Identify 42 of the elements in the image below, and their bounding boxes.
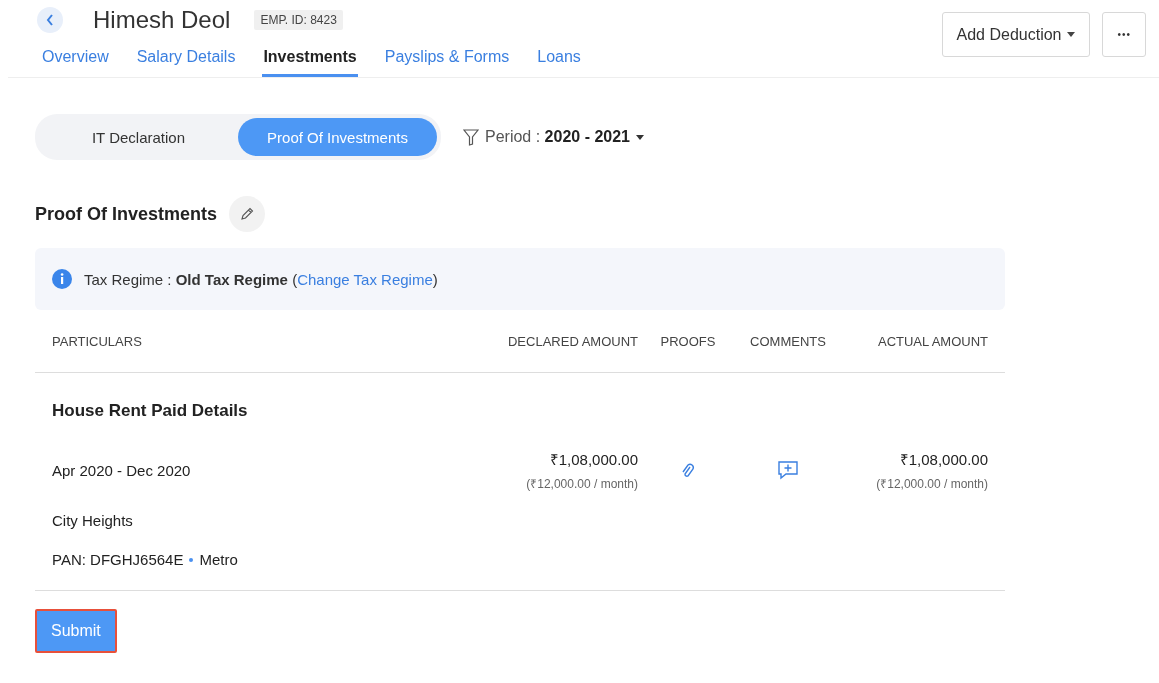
segment-button[interactable]: IT Declaration bbox=[39, 118, 238, 156]
group-title: House Rent Paid Details bbox=[51, 400, 249, 421]
comment-plus-icon bbox=[778, 461, 798, 480]
pan-number: PAN: DFGHJ6564E bbox=[52, 551, 184, 568]
submit-button[interactable]: Submit bbox=[35, 609, 117, 653]
declared-amount: ₹1,08,000.00 bbox=[549, 450, 638, 469]
property-name: City Heights bbox=[51, 511, 134, 529]
column-header: PROOFS bbox=[659, 333, 717, 349]
add-comment-button[interactable] bbox=[778, 461, 798, 480]
nav-tab[interactable]: Salary Details bbox=[135, 46, 237, 77]
chevron-left-icon bbox=[46, 14, 54, 26]
add-deduction-button[interactable]: Add Deduction bbox=[941, 12, 1091, 57]
tax-regime-text: Tax Regime : Old Tax Regime (Change Tax Regime) bbox=[84, 270, 438, 288]
actual-monthly: (₹12,000.00 / month) bbox=[876, 476, 988, 492]
back-button[interactable] bbox=[37, 7, 63, 33]
caret-icon bbox=[1067, 32, 1076, 37]
pencil-icon bbox=[240, 207, 255, 221]
change-tax-regime-link[interactable]: Change Tax Regime bbox=[297, 270, 433, 288]
period-selector[interactable]: Period : 2020 - 2021 bbox=[485, 128, 630, 146]
info-icon bbox=[52, 269, 72, 289]
attach-proof-button[interactable] bbox=[681, 461, 695, 480]
employee-name: Himesh Deol bbox=[93, 6, 231, 34]
caret-icon bbox=[636, 134, 644, 140]
more-button[interactable]: ••• bbox=[1102, 12, 1146, 57]
column-header: ACTUAL AMOUNT bbox=[876, 333, 988, 349]
separator-dot bbox=[189, 557, 194, 562]
column-header: PARTICULARS bbox=[52, 333, 143, 349]
period-cell-text: Apr 2020 - Dec 2020 bbox=[52, 462, 192, 479]
segment-button[interactable]: Proof Of Investments bbox=[238, 118, 437, 156]
edit-button[interactable] bbox=[229, 196, 266, 232]
paperclip-icon bbox=[681, 461, 695, 480]
column-header: COMMENTS bbox=[749, 333, 827, 349]
section-title: Proof Of Investments bbox=[35, 203, 218, 225]
employee-id: EMP. ID: 8423 bbox=[254, 10, 343, 30]
city-type: Metro bbox=[199, 551, 238, 568]
filter-icon bbox=[463, 128, 479, 146]
nav-tab[interactable]: Overview bbox=[41, 46, 110, 77]
column-header: DECLARED AMOUNT bbox=[506, 333, 638, 349]
declared-monthly: (₹12,000.00 / month) bbox=[526, 476, 638, 492]
nav-tab[interactable]: Payslips & Forms bbox=[383, 46, 511, 77]
actual-amount: ₹1,08,000.00 bbox=[899, 450, 988, 469]
nav-tab[interactable]: Loans bbox=[536, 46, 582, 77]
